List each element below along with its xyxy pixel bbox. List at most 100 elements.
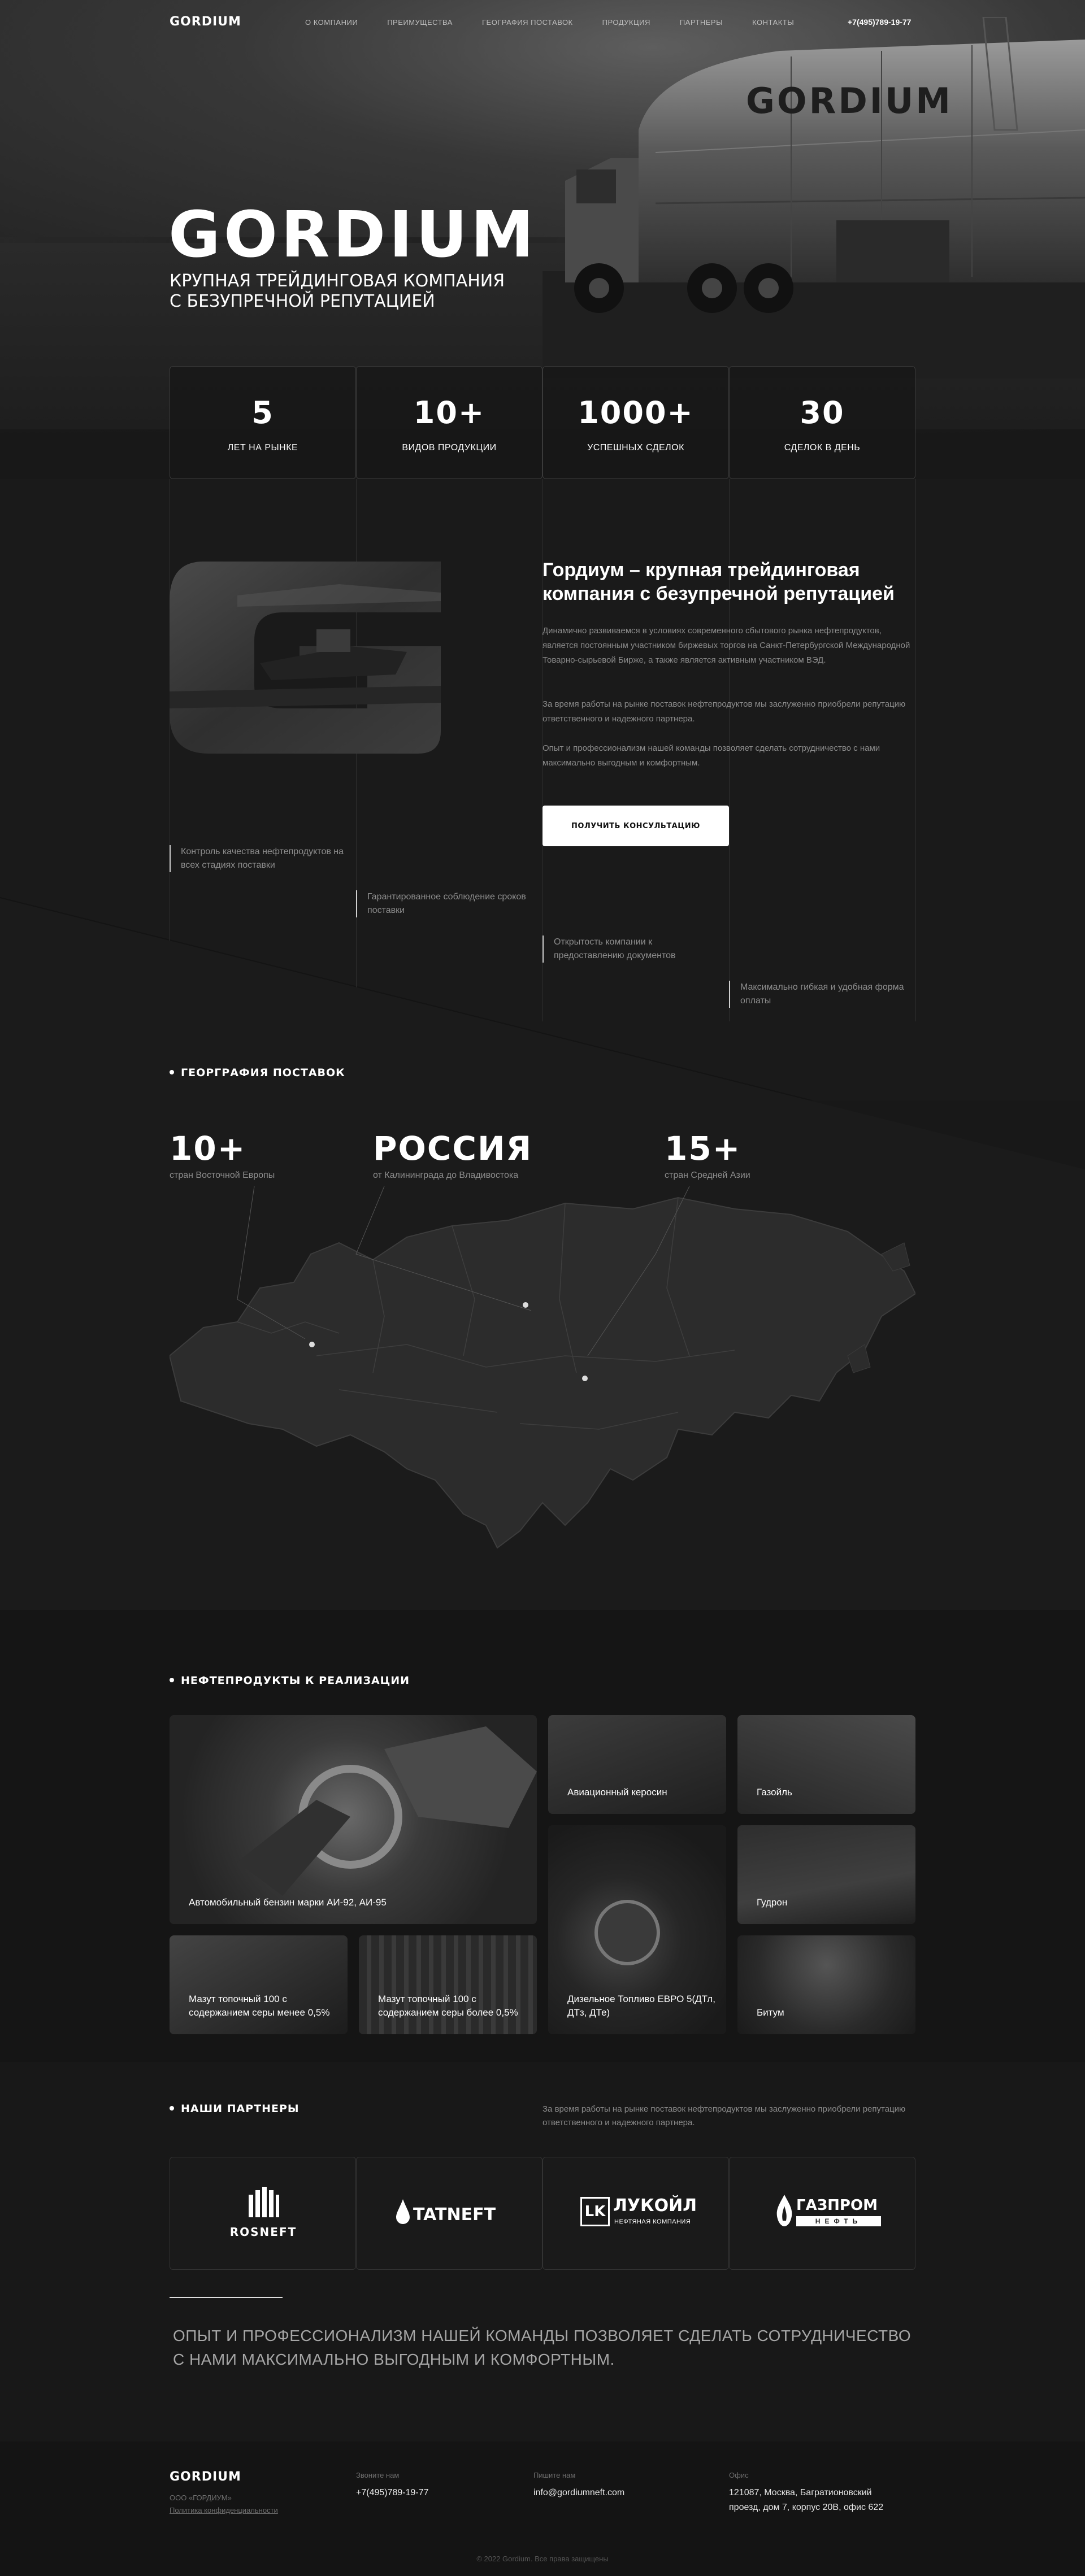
stat-card: 30 СДЕЛОК В ДЕНЬ bbox=[729, 366, 915, 479]
products-section: НЕФТЕПРОДУКТЫ К РЕАЛИЗАЦИИ Автомобильный… bbox=[0, 1610, 1085, 2062]
stat-card: 5 ЛЕТ НА РЫНКЕ bbox=[170, 366, 356, 479]
partners-title: НАШИ ПАРТНЕРЫ bbox=[170, 2103, 300, 2115]
privacy-policy-link[interactable]: Политика конфиденциальности bbox=[170, 2506, 278, 2514]
eurasia-map bbox=[170, 1186, 915, 1549]
stat-label: ЛЕТ НА РЫНКЕ bbox=[227, 443, 298, 452]
hero-title: GORDIUM bbox=[168, 198, 537, 272]
stat-label: СДЕЛОК В ДЕНЬ bbox=[784, 443, 861, 452]
nav-link-about[interactable]: О КОМПАНИИ bbox=[305, 18, 358, 27]
nav-link-contacts[interactable]: КОНТАКТЫ bbox=[752, 18, 794, 27]
geo-stat-caption: от Калининграда до Владивостока bbox=[373, 1170, 519, 1180]
footer-logo[interactable]: GORDIUM bbox=[170, 2470, 241, 2484]
footer-call-label: Звоните нам bbox=[356, 2471, 400, 2479]
product-card-fuel-oil-low-sulfur[interactable]: Мазут топочный 100 с содержанием серы ме… bbox=[170, 1935, 348, 2034]
stat-value: 1000+ bbox=[578, 395, 694, 430]
product-card-gasoil[interactable]: Газойль bbox=[737, 1715, 915, 1814]
gazprom-flame-icon bbox=[776, 2195, 792, 2226]
stat-card: 10+ ВИДОВ ПРОДУКЦИИ bbox=[356, 366, 542, 479]
geo-stat-caption: стран Средней Азии bbox=[665, 1170, 750, 1180]
geo-stat-value: 10+ bbox=[170, 1129, 246, 1168]
gazprom-logo-subtext: НЕФТЬ bbox=[796, 2216, 881, 2226]
product-name: Битум bbox=[757, 2007, 784, 2018]
geo-stat-value: 15+ bbox=[665, 1129, 741, 1168]
copyright: © 2022 Gordium. Все права защищены bbox=[476, 2555, 609, 2563]
lukoil-logo-text: ЛУКОЙЛ bbox=[613, 2196, 697, 2216]
fuel-nozzle-image bbox=[237, 1726, 537, 1896]
products-title: НЕФТЕПРОДУКТЫ К РЕАЛИЗАЦИИ bbox=[170, 1674, 410, 1687]
partner-gazpromneft[interactable]: ГАЗПРОМ НЕФТЬ bbox=[729, 2157, 915, 2270]
map-marker bbox=[309, 1342, 315, 1347]
rosneft-logo-text: ROSNEFT bbox=[229, 2225, 297, 2239]
partner-rosneft[interactable]: ROSNEFT bbox=[170, 2157, 356, 2270]
truck-brand-text: GORDIUM bbox=[746, 80, 953, 121]
stats-row: 5 ЛЕТ НА РЫНКЕ 10+ ВИДОВ ПРОДУКЦИИ 1000+… bbox=[170, 366, 915, 479]
about-paragraph-3: Опыт и профессионализм нашей команды поз… bbox=[542, 743, 880, 768]
about-paragraph-1: Динамично развиваемся в условиях совреме… bbox=[542, 626, 910, 665]
header-logo[interactable]: GORDIUM bbox=[170, 15, 241, 29]
feature-item: Контроль качества нефтепродуктов на всех… bbox=[170, 845, 350, 872]
bullet-dot bbox=[170, 2105, 174, 2111]
lukoil-icon: LK bbox=[580, 2197, 610, 2226]
footer-email-link[interactable]: info@gordiumneft.com bbox=[533, 2486, 624, 2500]
top-navigation: GORDIUM О КОМПАНИИ ПРЕИМУЩЕСТВА ГЕОГРАФИ… bbox=[0, 0, 1085, 45]
hero-subtitle: КРУПНАЯ ТРЕЙДИНГОВАЯ КОМПАНИЯ С БЕЗУПРЕЧ… bbox=[170, 271, 565, 312]
stat-value: 30 bbox=[800, 395, 845, 430]
footer-company-name: ООО «ГОРДИУМ» bbox=[170, 2494, 232, 2502]
footer-office-label: Офис bbox=[729, 2471, 749, 2479]
lukoil-logo-subtext: НЕФТЯНАЯ КОМПАНИЯ bbox=[614, 2218, 691, 2225]
product-name: Авиационный керосин bbox=[567, 1787, 667, 1798]
nav-link-partners[interactable]: ПАРТНЕРЫ bbox=[680, 18, 723, 27]
product-name: Газойль bbox=[757, 1787, 792, 1798]
products-title-text: НЕФТЕПРОДУКТЫ К РЕАЛИЗАЦИИ bbox=[181, 1674, 410, 1687]
product-card-kerosene[interactable]: Авиационный керосин bbox=[548, 1715, 726, 1814]
quote-divider bbox=[170, 2297, 283, 2298]
footer-phone-link[interactable]: +7(495)789-19-77 bbox=[356, 2486, 429, 2500]
page: GORDIUM GORDIUM О КОМПАНИИ ПРЕИМУЩЕСТВА … bbox=[0, 0, 1085, 2576]
bullet-dot bbox=[170, 1069, 174, 1074]
geography-title-text: ГЕОРГРАФИЯ ПОСТАВОК bbox=[181, 1067, 345, 1079]
stat-label: УСПЕШНЫХ СДЕЛОК bbox=[587, 443, 684, 452]
about-paragraph-2: За время работы на рынке поставок нефтеп… bbox=[542, 699, 906, 724]
about-title: Гордиум – крупная трейдинговая компания … bbox=[542, 559, 895, 604]
product-name: Мазут топочный 100 с содержанием серы ме… bbox=[189, 1994, 330, 2018]
get-consultation-button[interactable]: ПОЛУЧИТЬ КОНСУЛЬТАЦИЮ bbox=[542, 806, 729, 846]
nav-link-products[interactable]: ПРОДУКЦИЯ bbox=[602, 18, 650, 27]
bullet-dot bbox=[170, 1677, 174, 1682]
closing-statement: ОПЫТ И ПРОФЕССИОНАЛИЗМ НАШЕЙ КОМАНДЫ ПОЗ… bbox=[173, 2327, 912, 2368]
nav-link-geography[interactable]: ГЕОГРАФИЯ ПОСТАВОК bbox=[482, 18, 573, 27]
partners-title-text: НАШИ ПАРТНЕРЫ bbox=[181, 2103, 300, 2115]
stat-label: ВИДОВ ПРОДУКЦИИ bbox=[402, 443, 497, 452]
main-menu: О КОМПАНИИ ПРЕИМУЩЕСТВА ГЕОГРАФИЯ ПОСТАВ… bbox=[305, 18, 794, 27]
hero-subtitle-line-2: С БЕЗУПРЕЧНОЙ РЕПУТАЦИЕЙ bbox=[170, 291, 435, 311]
geo-stat-caption: стран Восточной Европы bbox=[170, 1170, 275, 1180]
stat-value: 10+ bbox=[413, 395, 485, 430]
geo-stat-value: РОССИЯ bbox=[373, 1129, 533, 1168]
hero-subtitle-line-1: КРУПНАЯ ТРЕЙДИНГОВАЯ КОМПАНИЯ bbox=[170, 271, 505, 291]
product-card-gasoline[interactable]: Автомобильный бензин марки АИ-92, АИ-95 bbox=[170, 1715, 537, 1924]
hero-tanker-truck-image: GORDIUM bbox=[542, 17, 1085, 378]
product-name: Дизельное Топливо ЕВРО 5(ДТл, ДТз, ДТе) bbox=[567, 1994, 715, 2018]
gazprom-logo-text: ГАЗПРОМ bbox=[796, 2197, 878, 2214]
stat-value: 5 bbox=[251, 395, 274, 430]
footer-write-label: Пишите нам bbox=[533, 2471, 576, 2479]
footer-address-line-2: проезд, дом 7, корпус 20В, офис 622 bbox=[729, 2503, 884, 2512]
partner-lukoil[interactable]: LK ЛУКОЙЛ НЕФТЯНАЯ КОМПАНИЯ bbox=[542, 2157, 729, 2270]
product-card-tar[interactable]: Гудрон bbox=[737, 1825, 915, 1924]
partners-description: За время работы на рынке поставок нефтеп… bbox=[542, 2104, 906, 2127]
g-letter-ship-image bbox=[170, 562, 441, 754]
header-phone-link[interactable]: +7(495)789-19-77 bbox=[848, 18, 911, 27]
footer: GORDIUM ООО «ГОРДИУМ» Политика конфиденц… bbox=[0, 2442, 1085, 2576]
geography-title: ГЕОРГРАФИЯ ПОСТАВОК bbox=[170, 1067, 345, 1079]
tatneft-logo-text: TATNEFT bbox=[413, 2205, 496, 2225]
map-marker bbox=[523, 1302, 528, 1308]
stat-card: 1000+ УСПЕШНЫХ СДЕЛОК bbox=[542, 366, 729, 479]
product-card-bitumen[interactable]: Битум bbox=[737, 1935, 915, 2034]
product-card-diesel[interactable]: Дизельное Топливо ЕВРО 5(ДТл, ДТз, ДТе) bbox=[548, 1825, 726, 2034]
partner-tatneft[interactable]: TATNEFT bbox=[356, 2157, 542, 2270]
partner-logos-row: ROSNEFT TATNEFT LK ЛУКОЙЛ НЕФТЯНАЯ КОМПА… bbox=[170, 2157, 915, 2270]
nav-link-advantages[interactable]: ПРЕИМУЩЕСТВА bbox=[387, 18, 453, 27]
product-card-fuel-oil-high-sulfur[interactable]: Мазут топочный 100 с содержанием серы бо… bbox=[359, 1935, 537, 2034]
product-name: Автомобильный бензин марки АИ-92, АИ-95 bbox=[189, 1897, 387, 1908]
map-marker bbox=[582, 1376, 588, 1381]
footer-address-line-1: 121087, Москва, Багратионовский bbox=[729, 2488, 872, 2497]
